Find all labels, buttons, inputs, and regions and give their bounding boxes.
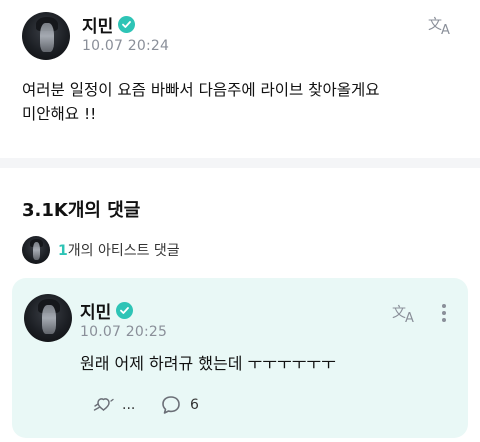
artist-comments-text: 개의 아티스트 댓글 <box>67 243 180 259</box>
svg-text:文: 文 <box>392 305 406 321</box>
more-icon[interactable] <box>440 302 448 324</box>
reaction-count: ... <box>122 397 136 413</box>
verified-icon <box>118 16 136 33</box>
reaction-button[interactable]: ... <box>92 394 135 416</box>
comment-author-name-row: 지민 <box>80 298 134 323</box>
post-body-line-1: 여러분 일정이 요즘 바빠서 다음주에 라이브 찾아올게요 <box>22 81 380 99</box>
reply-count: 6 <box>190 397 199 413</box>
artist-comment-card: 지민 10.07 20:25 文 A 원래 어제 하려규 했는데 ㅜㅜㅜㅜㅜㅜ … <box>12 278 468 438</box>
artist-comments-label: 1개의 아티스트 댓글 <box>58 240 180 260</box>
post-body: 여러분 일정이 요즘 바빠서 다음주에 라이브 찾아올게요 미안해요 !! <box>22 78 462 126</box>
svg-text:文: 文 <box>428 17 442 33</box>
post-body-line-2: 미안해요 !! <box>22 105 97 123</box>
section-divider <box>0 158 480 168</box>
verified-icon <box>116 302 134 319</box>
artist-comments-count: 1 <box>58 243 68 259</box>
comment-body: 원래 어제 하려규 했는데 ㅜㅜㅜㅜㅜㅜ <box>80 354 336 373</box>
post-date: 10.07 20:24 <box>82 38 170 54</box>
artist-avatar <box>22 236 50 264</box>
reply-icon <box>162 396 180 414</box>
reply-button[interactable]: 6 <box>160 394 199 416</box>
author-avatar[interactable] <box>22 12 70 60</box>
translate-icon[interactable]: 文 A <box>428 14 456 36</box>
reaction-icon <box>93 398 114 411</box>
comment-author-avatar[interactable] <box>24 294 72 342</box>
comments-count: 3.1K개의 댓글 <box>22 200 141 221</box>
artist-comments-filter[interactable]: 1개의 아티스트 댓글 <box>22 236 180 264</box>
translate-icon[interactable]: 文 A <box>392 302 420 324</box>
author-name-row: 지민 <box>82 12 136 37</box>
svg-text:A: A <box>405 311 414 324</box>
svg-text:A: A <box>441 23 450 36</box>
post: 지민 10.07 20:24 文 A 여러분 일정이 요즘 바빠서 다음주에 라… <box>0 0 480 150</box>
comment-author-name[interactable]: 지민 <box>80 298 111 323</box>
comment-date: 10.07 20:25 <box>80 324 168 340</box>
author-name[interactable]: 지민 <box>82 12 113 37</box>
